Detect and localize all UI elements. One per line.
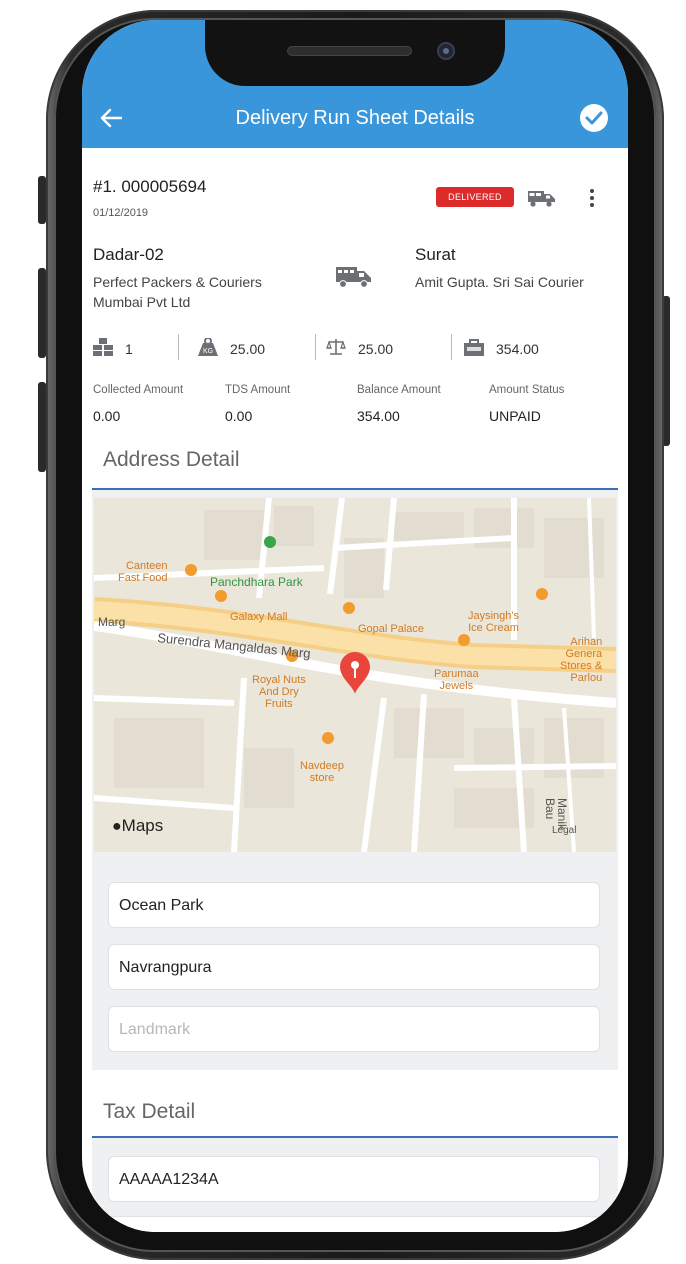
map-label: Galaxy Mall bbox=[230, 611, 288, 623]
divider bbox=[451, 334, 452, 360]
truck-icon bbox=[528, 188, 556, 213]
amount-metric: 354.00 bbox=[464, 338, 539, 359]
front-camera bbox=[437, 42, 455, 60]
map-label: Marg bbox=[98, 615, 126, 629]
map-label: Navdeep store bbox=[300, 760, 345, 784]
drs-date: 01/12/2019 bbox=[93, 207, 149, 219]
tds-amount-value: 0.00 bbox=[225, 408, 253, 424]
address-section-title: Address Detail bbox=[103, 448, 240, 471]
balance-amount-label: Balance Amount bbox=[357, 384, 441, 396]
from-party: Perfect Packers & Couriers Mumbai Pvt Lt… bbox=[93, 274, 262, 310]
speaker-grille bbox=[287, 46, 412, 56]
phone-notch bbox=[205, 20, 505, 86]
divider bbox=[315, 334, 316, 360]
location-map[interactable]: Canteen Fast Food Panchdhara Park Galaxy… bbox=[94, 498, 616, 852]
more-options-icon[interactable] bbox=[582, 186, 602, 210]
divider bbox=[178, 334, 179, 360]
map-label: Royal Nuts And Dry Fruits bbox=[252, 674, 306, 710]
tax-section-title: Tax Detail bbox=[103, 1100, 196, 1123]
charged-weight-metric: 25.00 bbox=[326, 338, 393, 359]
page-title: Delivery Run Sheet Details bbox=[235, 107, 475, 129]
packages-value: 1 bbox=[125, 340, 133, 357]
packages-metric: 1 bbox=[93, 338, 133, 359]
map-legal-link[interactable]: Legal bbox=[552, 825, 576, 836]
status-badge: DELIVERED bbox=[436, 187, 514, 207]
delivery-truck-icon bbox=[336, 264, 372, 295]
amount-status-label: Amount Status bbox=[489, 384, 565, 396]
from-city: Dadar-02 bbox=[93, 245, 164, 264]
map-label: Canteen Fast Food bbox=[118, 560, 168, 584]
check-circle-icon[interactable] bbox=[580, 104, 608, 132]
address-line1-field[interactable]: Ocean Park bbox=[108, 882, 600, 928]
apple-logo-icon: ● bbox=[112, 818, 122, 835]
svg-text:KG: KG bbox=[203, 348, 213, 355]
amount-status-value: UNPAID bbox=[489, 408, 541, 424]
maps-attribution: ●Maps bbox=[112, 816, 164, 835]
section-divider bbox=[92, 1136, 618, 1138]
boxes-icon bbox=[93, 338, 125, 359]
section-divider bbox=[92, 488, 618, 490]
landmark-field[interactable]: Landmark bbox=[108, 1006, 600, 1052]
cash-bag-icon bbox=[464, 338, 496, 359]
next-field[interactable] bbox=[108, 1216, 600, 1232]
weight-value: 25.00 bbox=[230, 340, 266, 357]
collected-amount-label: Collected Amount bbox=[93, 384, 184, 396]
map-label: Parumaa Jewels bbox=[434, 668, 479, 692]
collected-amount-value: 0.00 bbox=[93, 408, 121, 424]
volume-down-button bbox=[38, 382, 46, 472]
charged-weight-value: 25.00 bbox=[358, 340, 394, 357]
silent-switch bbox=[38, 176, 46, 224]
volume-up-button bbox=[38, 268, 46, 358]
location-pin-icon bbox=[340, 652, 370, 699]
balance-scale-icon bbox=[326, 338, 358, 359]
to-city: Surat bbox=[415, 245, 456, 264]
pan-field[interactable]: AAAAA1234A bbox=[108, 1156, 600, 1202]
map-label: Manik Bau bbox=[543, 798, 569, 831]
map-label: Panchdhara Park bbox=[210, 575, 303, 589]
balance-amount-value: 354.00 bbox=[357, 408, 400, 424]
map-label: Jaysingh's Ice Cream bbox=[468, 610, 520, 634]
weight-icon: KG bbox=[198, 337, 230, 359]
drs-number: #1. 000005694 bbox=[93, 177, 207, 196]
to-party: Amit Gupta. Sri Sai Courier bbox=[415, 274, 584, 290]
weight-metric: KG 25.00 bbox=[198, 337, 266, 359]
phone-screen: Delivery Run Sheet Details #1. 000005694… bbox=[82, 20, 628, 1232]
map-label: Arihan Genera Stores & Parlou bbox=[560, 636, 603, 684]
map-label: Gopal Palace bbox=[358, 623, 425, 635]
amount-value: 354.00 bbox=[496, 340, 539, 357]
tds-amount-label: TDS Amount bbox=[225, 384, 291, 396]
address-line2-field[interactable]: Navrangpura bbox=[108, 944, 600, 990]
